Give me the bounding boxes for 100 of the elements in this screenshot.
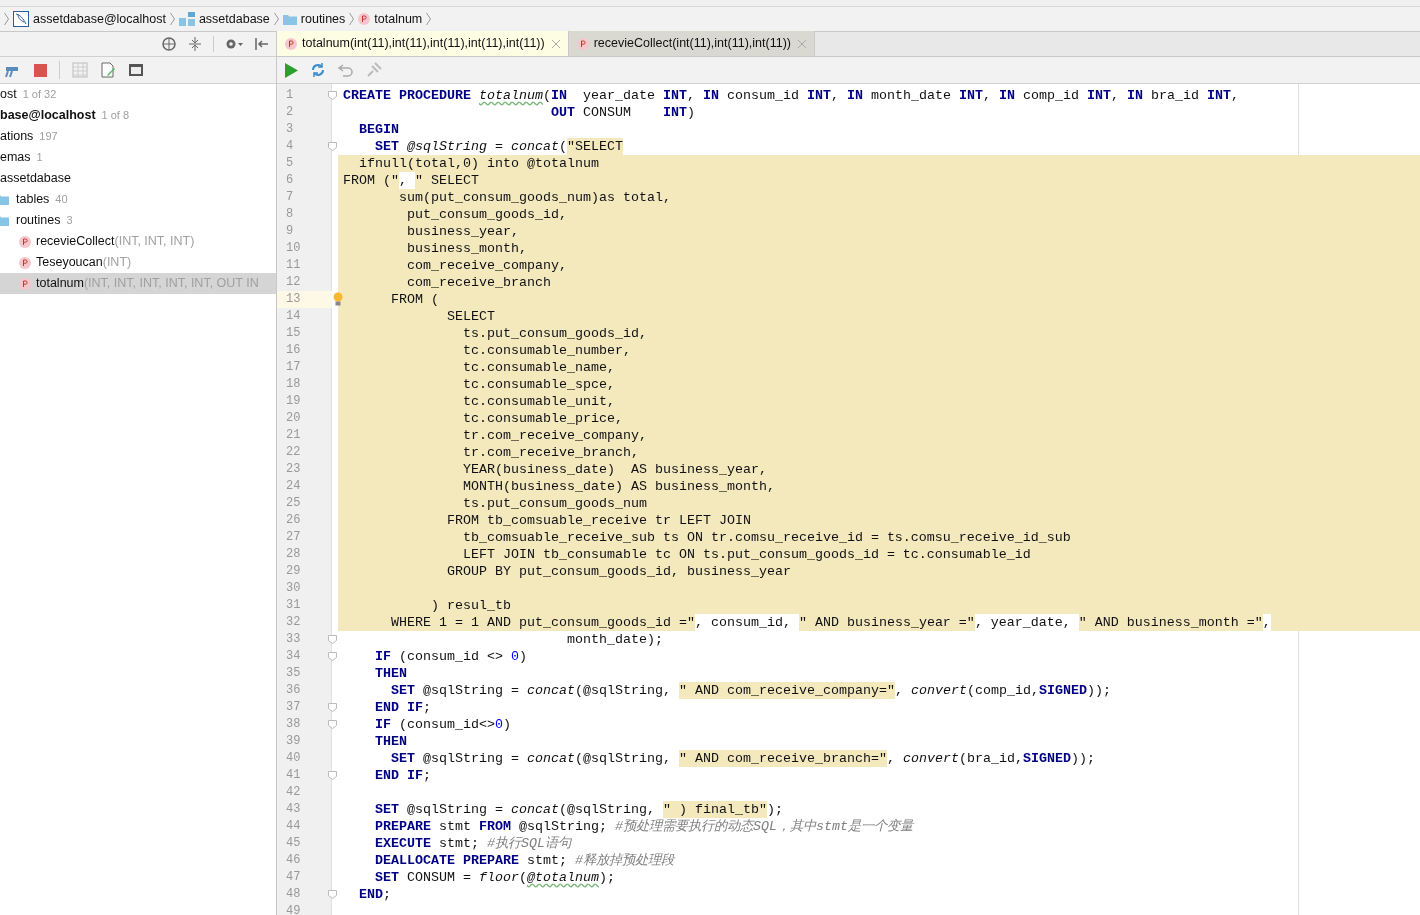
line-number: 27 [285, 529, 302, 546]
code-line: SET @sqlString = concat(@sqlString, " AND com_receive_branch=", convert(bra_id,SIGNED)); [390, 750, 1095, 767]
tree-item-label: base@localhost [0, 107, 96, 125]
code-line: BEGIN [358, 121, 399, 138]
line-number: 32 [285, 614, 302, 631]
console-icon[interactable] [128, 62, 144, 78]
line-number: 45 [285, 835, 302, 852]
line-number: 5 [285, 155, 295, 172]
code-line: END; [358, 886, 391, 903]
line-number: 46 [285, 852, 302, 869]
close-icon[interactable] [551, 39, 560, 48]
tree-item[interactable]: ations 197 [0, 126, 276, 147]
tree-item[interactable]: Teseyoucan(INT) [0, 252, 276, 273]
code-line: YEAR(business_date) AS business_year, [461, 461, 767, 478]
line-number: 8 [285, 206, 295, 223]
table-icon[interactable] [72, 62, 88, 78]
stop-icon[interactable] [34, 63, 47, 77]
tree-item[interactable]: assetdabase [0, 168, 276, 189]
tree-item[interactable]: base@localhost 1 of 8 [0, 105, 276, 126]
code-line: THEN [374, 733, 407, 750]
tree-item-label: totalnum [36, 275, 84, 293]
line-number: 39 [285, 733, 302, 750]
line-number: 20 [285, 410, 302, 427]
tree-item[interactable]: routines 3 [0, 210, 276, 231]
code-line: GROUP BY put_consum_goods_id, business_year [445, 563, 791, 580]
tree-item-params: (INT, INT, INT) [114, 233, 195, 251]
code-line: THEN [374, 665, 407, 682]
fold-marker-icon[interactable] [328, 635, 337, 644]
tree-item-label: routines [16, 212, 61, 230]
line-number: 17 [285, 359, 302, 376]
database-icon [13, 11, 29, 27]
procedure-icon [576, 37, 589, 50]
code-line: FROM ( [390, 291, 439, 308]
line-number: 29 [285, 563, 302, 580]
code-line: SELECT [445, 308, 495, 325]
code-line: PREPARE stmt FROM @sqlString; #预处理需要执行的动态SQL，其中stmt是一个变量 [374, 818, 913, 835]
code-line: END IF; [374, 767, 431, 784]
code-line: FROM tb_comsuable_receive tr LEFT JOIN [445, 512, 751, 529]
schema-icon [178, 12, 195, 26]
line-number: 49 [285, 903, 302, 915]
line-number: 44 [285, 818, 302, 835]
code-line: WHERE 1 = 1 AND put_consum_goods_id =", consum_id, " AND business_year =", year_date, " AND business_month =", [390, 614, 1271, 631]
breadcrumb-item[interactable]: assetdabase@localhost [33, 9, 166, 29]
line-number: 28 [285, 546, 302, 563]
code-line: ts.put_consum_goods_id, [461, 325, 647, 342]
undo-icon[interactable] [338, 62, 354, 78]
line-number: 10 [285, 240, 302, 257]
line-number: 34 [285, 648, 302, 665]
fold-marker-icon[interactable] [328, 142, 337, 151]
tree-item-label: recevieCollect [36, 233, 115, 251]
run-icon[interactable] [285, 62, 298, 78]
fold-marker-icon[interactable] [328, 91, 337, 100]
tree-item[interactable]: tables 40 [0, 189, 276, 210]
fold-marker-icon[interactable] [328, 890, 337, 899]
procedure-icon [285, 37, 297, 50]
fold-marker-icon[interactable] [328, 771, 337, 780]
close-icon[interactable] [798, 39, 806, 48]
code-line: SET @sqlString = concat(@sqlString, " ) final_tb"); [374, 801, 783, 818]
edit-icon[interactable] [100, 62, 116, 78]
code-line: IF (consum_id <> 0) [374, 648, 527, 665]
tree-item-label: Teseyoucan [36, 254, 103, 272]
code-line: com_receive_company, [406, 257, 567, 274]
collapse-icon[interactable] [187, 36, 203, 52]
chevron-icon [169, 12, 175, 26]
tree-item[interactable]: emas 1 [0, 147, 276, 168]
chevron-icon [349, 12, 355, 26]
line-number: 14 [285, 308, 302, 325]
tree-item[interactable]: recevieCollect(INT, INT, INT) [0, 231, 276, 252]
code-line: tb_comsuable_receive_sub ts ON tr.comsu_receive_id = ts.comsu_receive_id_sub [461, 529, 1071, 546]
line-number: 37 [285, 699, 302, 716]
breadcrumb-item[interactable]: assetdabase [198, 9, 270, 29]
lightbulb-icon[interactable] [333, 292, 343, 306]
procedure-icon [358, 13, 371, 25]
line-number: 11 [285, 257, 302, 274]
code-line: business_year, [406, 223, 519, 240]
code-line: DEALLOCATE PREPARE stmt; #释放掉预处理段 [374, 852, 674, 869]
code-line: tr.com_receive_company, [461, 427, 647, 444]
line-number: 23 [285, 461, 302, 478]
editor-tab[interactable]: totalnum(int(11),int(11),int(11),int(11),int(11)) [277, 31, 569, 56]
refresh-icon[interactable] [310, 62, 326, 78]
tree-item-params: (INT) [102, 254, 132, 272]
line-number: 2 [285, 104, 295, 121]
folder-icon [282, 13, 297, 25]
fold-marker-icon[interactable] [328, 720, 337, 729]
editor-tab[interactable]: recevieCollect(int(11),int(11),int(11)) [568, 31, 815, 56]
breadcrumb-item[interactable]: routines [300, 9, 346, 29]
code-line: com_receive_branch [406, 274, 551, 291]
pin-left-icon[interactable] [254, 36, 270, 52]
breadcrumb-item[interactable]: totalnum [374, 9, 423, 29]
line-number: 36 [285, 682, 302, 699]
fold-marker-icon[interactable] [328, 652, 337, 661]
fold-marker-icon[interactable] [328, 703, 337, 712]
line-number: 48 [285, 886, 302, 903]
code-line: ) resul_tb [429, 597, 511, 614]
chevron-icon [426, 12, 432, 26]
tree-item[interactable]: ost 1 of 32 [0, 84, 276, 105]
crosshair-icon[interactable] [161, 36, 177, 52]
line-number: 15 [285, 325, 302, 342]
code-line: month_date); [565, 631, 663, 648]
line-number: 26 [285, 512, 302, 529]
